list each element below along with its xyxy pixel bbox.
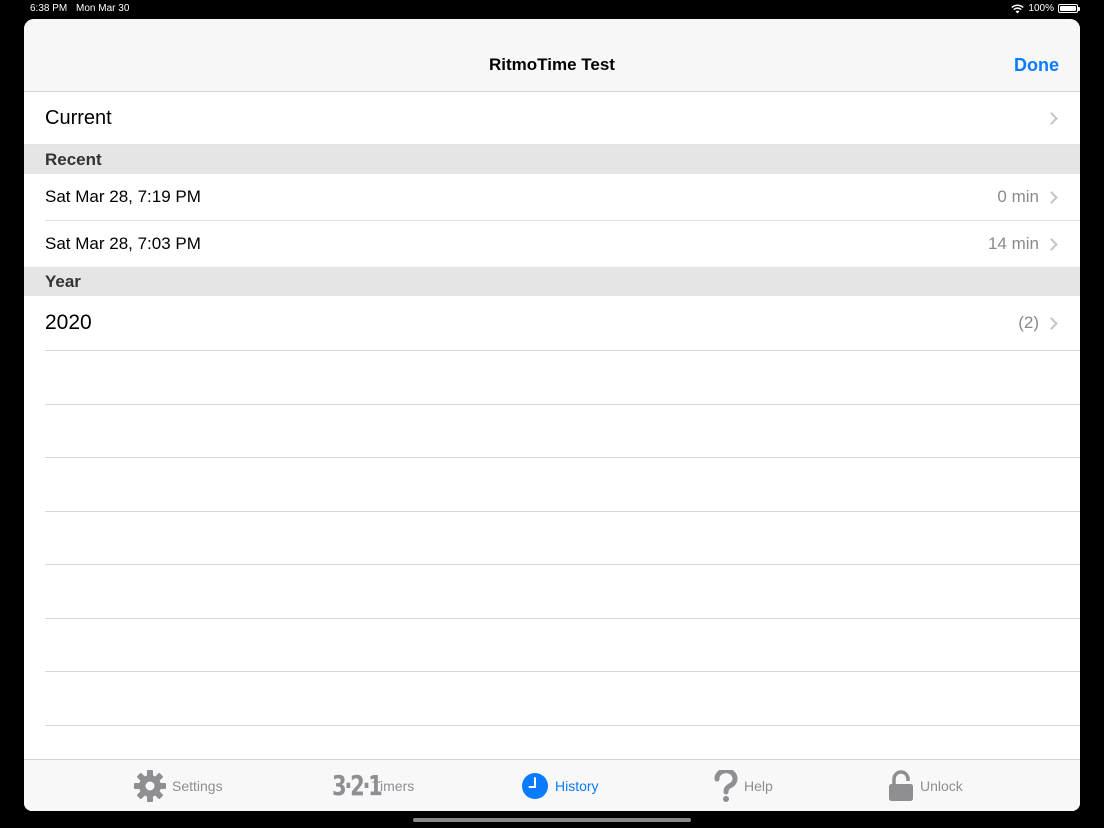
session-date: Sat Mar 28, 7:03 PM xyxy=(45,234,201,253)
tab-settings[interactable]: Settings xyxy=(134,760,223,811)
status-time-date: 6:38 PM Mon Mar 30 xyxy=(30,3,135,14)
status-date: Mon Mar 30 xyxy=(76,3,130,14)
status-bar: 6:38 PM Mon Mar 30 100% xyxy=(0,0,1104,18)
history-sheet: RitmoTime Test Done Current Recent Sat M… xyxy=(24,19,1080,811)
section-header-recent: Recent xyxy=(24,145,1080,174)
tab-unlock-label: Unlock xyxy=(920,778,963,794)
tab-timers[interactable]: 3·2·1 Timers xyxy=(332,760,414,811)
status-indicators: 100% xyxy=(1011,3,1080,14)
tab-help[interactable]: Help xyxy=(714,760,773,811)
empty-row-separator xyxy=(45,510,1080,565)
list-item[interactable]: 2020 (2) xyxy=(24,296,1080,350)
session-duration: 0 min xyxy=(997,187,1039,206)
empty-row-separator xyxy=(45,671,1080,725)
321-icon: 3·2·1 xyxy=(332,769,383,802)
lock-icon xyxy=(889,770,913,801)
wifi-icon xyxy=(1011,3,1025,13)
tab-history-label: History xyxy=(555,778,599,794)
status-time: 6:38 PM xyxy=(30,3,68,14)
done-button[interactable]: Done xyxy=(1014,55,1059,76)
battery-percent: 100% xyxy=(1028,3,1054,14)
session-duration: 14 min xyxy=(987,234,1039,253)
battery-icon xyxy=(1058,4,1080,13)
tab-unlock[interactable]: Unlock xyxy=(888,760,963,811)
navigation-bar: RitmoTime Test Done xyxy=(24,19,1080,92)
empty-row-separator xyxy=(45,403,1080,458)
empty-table-area xyxy=(24,350,1080,778)
current-label: Current xyxy=(45,106,112,129)
tab-help-label: Help xyxy=(744,778,773,794)
empty-row-separator xyxy=(45,617,1080,672)
question-icon xyxy=(714,770,738,802)
home-indicator[interactable] xyxy=(413,818,691,822)
list-item[interactable]: Sat Mar 28, 7:19 PM 0 min xyxy=(24,174,1080,220)
chevron-right-icon xyxy=(1045,237,1058,251)
current-row[interactable]: Current xyxy=(24,92,1080,145)
gear-icon xyxy=(134,770,166,802)
list-item[interactable]: Sat Mar 28, 7:03 PM 14 min xyxy=(24,221,1080,267)
empty-row-separator xyxy=(45,564,1080,618)
chevron-right-icon xyxy=(1045,111,1058,125)
empty-row-separator xyxy=(45,350,1080,404)
chevron-right-icon xyxy=(1045,190,1058,204)
chevron-right-icon xyxy=(1045,316,1058,330)
empty-row-separator xyxy=(45,457,1080,511)
section-header-year: Year xyxy=(24,267,1080,296)
tab-bar: Settings 3·2·1 Timers History Help Unloc… xyxy=(24,759,1080,811)
clock-icon xyxy=(522,773,548,799)
session-date: Sat Mar 28, 7:19 PM xyxy=(45,187,201,206)
tab-settings-label: Settings xyxy=(172,778,223,794)
year-count: (2) xyxy=(1018,313,1039,332)
year-label: 2020 xyxy=(45,311,92,334)
tab-history[interactable]: History xyxy=(521,760,599,811)
page-title: RitmoTime Test xyxy=(489,55,615,74)
